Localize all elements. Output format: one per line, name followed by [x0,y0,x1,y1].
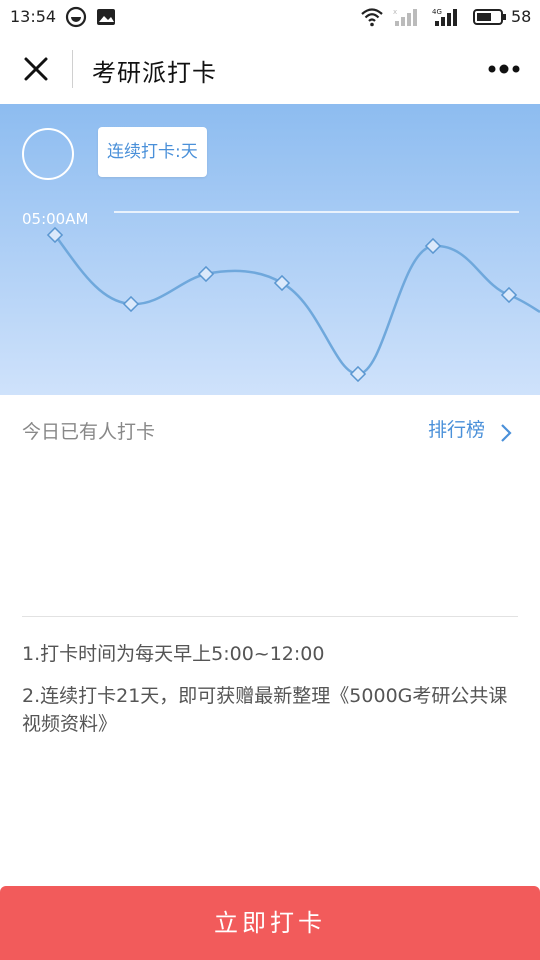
ranking-link[interactable]: 排行榜 [428,415,512,445]
status-time: 13:54 [10,7,57,26]
battery-level: 58 [511,7,532,26]
wifi-icon [361,8,383,27]
checkin-chart-banner: 05:00AM 连续打卡:天 [0,104,540,395]
battery-icon [473,9,506,25]
image-notification-icon [97,9,115,25]
signal-icon: x [393,8,417,26]
svg-text:4G: 4G [432,8,442,16]
section-divider [22,616,518,617]
more-dots-icon [488,64,520,74]
trend-point [122,295,140,313]
checkin-now-button[interactable]: 立即打卡 [0,886,540,960]
trend-point [197,265,215,283]
chart-time-label: 05:00AM [22,210,88,228]
app-notification-icon [65,6,87,28]
more-button[interactable] [484,54,524,84]
trend-point [349,365,367,383]
streak-badge: 连续打卡:天 [98,127,207,177]
checkin-summary-row: 今日已有人打卡 排行榜 [0,395,540,465]
checked-in-users-area [22,470,518,610]
ranking-label: 排行榜 [428,419,486,441]
page-title: 考研派打卡 [92,59,217,87]
svg-text:x: x [393,8,397,16]
status-bar: 13:54 x 4G 58 [0,0,540,34]
rule-item: 2.连续打卡21天，即可获赠最新整理《5000G考研公共课视频资料》 [22,685,508,735]
rule-item: 1.打卡时间为每天早上5:00~12:00 [22,643,325,665]
trend-point [424,237,442,255]
trend-point [273,274,291,292]
signal-4g-icon: 4G [432,8,457,26]
trend-point [500,286,518,304]
checkin-trend-chart: 05:00AM [22,210,540,383]
close-icon [24,57,48,81]
close-button[interactable] [18,51,54,87]
app-header: 考研派打卡 [0,34,540,104]
chevron-right-icon [501,424,512,442]
today-checkin-label: 今日已有人打卡 [22,421,156,443]
user-avatar[interactable] [22,128,74,180]
header-divider [72,50,73,88]
checkin-rules: 1.打卡时间为每天早上5:00~12:00 2.连续打卡21天，即可获赠最新整理… [22,640,522,752]
trend-markers [46,226,518,383]
